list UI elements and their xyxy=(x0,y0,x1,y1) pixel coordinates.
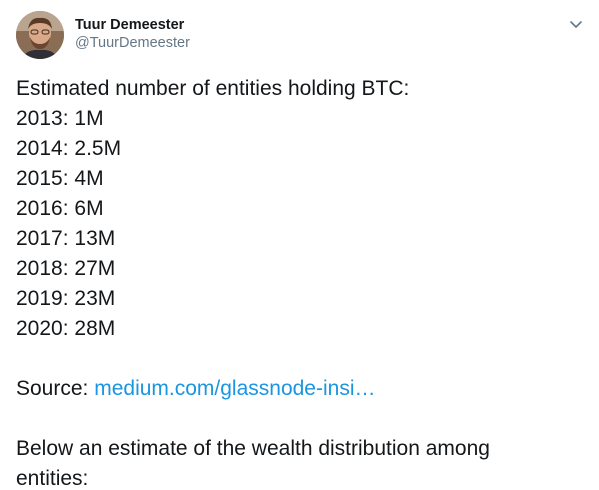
stat-line: 2017: 13M xyxy=(16,227,116,250)
author-names: Tuur Demeester @TuurDemeester xyxy=(75,16,190,53)
tweet-outro: Below an estimate of the wealth distribu… xyxy=(16,437,490,460)
tweet-text: Estimated number of entities holding BTC… xyxy=(16,74,583,490)
stat-line: 2016: 6M xyxy=(16,197,104,220)
stat-line: 2020: 28M xyxy=(16,317,116,340)
tweet-outro: entities: xyxy=(16,467,89,490)
author-display-name[interactable]: Tuur Demeester xyxy=(75,16,190,34)
tweet-card: Tuur Demeester @TuurDemeester Estimated … xyxy=(0,0,599,490)
chevron-down-icon[interactable] xyxy=(567,15,585,33)
avatar[interactable] xyxy=(16,11,64,59)
stat-line: 2013: 1M xyxy=(16,107,104,130)
source-link[interactable]: medium.com/glassnode-insi… xyxy=(94,377,375,400)
author-handle[interactable]: @TuurDemeester xyxy=(75,34,190,53)
tweet-header: Tuur Demeester @TuurDemeester xyxy=(16,11,587,61)
stat-line: 2015: 4M xyxy=(16,167,104,190)
tweet-intro: Estimated number of entities holding BTC… xyxy=(16,77,410,100)
source-line: Source: medium.com/glassnode-insi… xyxy=(16,374,583,404)
stat-line: 2019: 23M xyxy=(16,287,116,310)
stat-line: 2014: 2.5M xyxy=(16,137,122,160)
source-label: Source: xyxy=(16,377,95,400)
avatar-image xyxy=(16,11,64,59)
stat-line: 2018: 27M xyxy=(16,257,116,280)
